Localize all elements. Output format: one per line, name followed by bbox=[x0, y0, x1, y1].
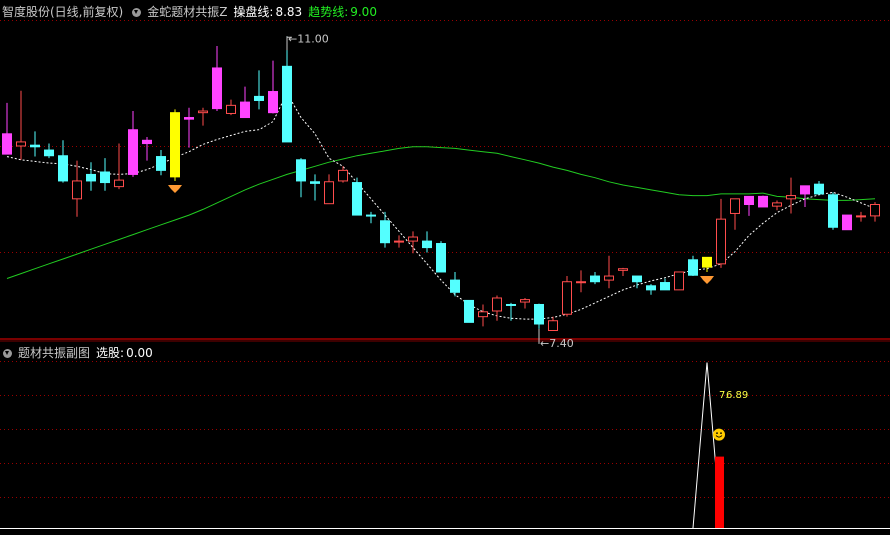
candle-body-27 bbox=[380, 220, 390, 244]
candle-body-9 bbox=[128, 129, 138, 175]
candle-body-38 bbox=[534, 303, 544, 325]
candle-body-3 bbox=[44, 149, 54, 157]
candle-body-1 bbox=[16, 141, 26, 147]
candle-body-7 bbox=[100, 171, 110, 184]
candle-body-31 bbox=[436, 243, 446, 273]
candle-body-55 bbox=[772, 202, 782, 207]
caopan-value: 8.83 bbox=[275, 5, 303, 19]
candle-body-37 bbox=[520, 299, 530, 303]
caopan-label: 操盘线: bbox=[233, 5, 274, 19]
candle-body-0 bbox=[2, 133, 12, 155]
main-chart-header: 智度股份(日线,前复权) 金蛇题材共振Z 操盘线: 8.83 趋势线: 9.00 bbox=[0, 3, 383, 21]
candle-body-20 bbox=[282, 65, 292, 143]
low-label: ←7.40 bbox=[540, 337, 574, 350]
trend-value: 9.00 bbox=[350, 5, 377, 19]
buy-signal-diamond-50 bbox=[700, 275, 714, 284]
signal-bar bbox=[715, 456, 724, 528]
candle-body-51 bbox=[716, 218, 726, 265]
candle-body-46 bbox=[646, 285, 656, 291]
candle-body-49 bbox=[688, 259, 698, 276]
candle-body-42 bbox=[590, 275, 600, 283]
candle-body-34 bbox=[478, 311, 488, 318]
buy-signal-diamond-12 bbox=[168, 184, 182, 193]
candle-body-47 bbox=[660, 282, 670, 291]
candle-body-60 bbox=[842, 214, 852, 231]
candle-body-23 bbox=[324, 181, 334, 205]
indicator-name[interactable]: 金蛇题材共振Z bbox=[147, 3, 227, 21]
candle-body-29 bbox=[408, 236, 418, 242]
candle-body-25 bbox=[352, 182, 362, 216]
candle-body-4 bbox=[58, 155, 68, 182]
sub-chart-header: 题材共振副图 选股: 0.00 bbox=[0, 344, 159, 362]
candle-body-50 bbox=[702, 256, 712, 268]
candle-body-28 bbox=[394, 240, 404, 243]
candle-body-58 bbox=[814, 183, 824, 195]
candle-body-43 bbox=[604, 275, 614, 281]
candle-body-19 bbox=[268, 91, 278, 114]
candle-body-35 bbox=[492, 297, 502, 312]
xuangu-label: 选股: bbox=[96, 346, 125, 360]
candle-body-5 bbox=[72, 180, 82, 200]
candle-body-56 bbox=[786, 195, 796, 200]
candle-body-32 bbox=[450, 279, 460, 293]
high-label: ←11.00 bbox=[288, 32, 329, 45]
candle-body-41 bbox=[576, 281, 586, 284]
smiley-eye-left bbox=[716, 432, 718, 434]
candle-body-36 bbox=[506, 303, 516, 306]
candle-body-24 bbox=[338, 169, 348, 182]
candle-body-59 bbox=[828, 194, 838, 228]
candle-body-61 bbox=[856, 215, 866, 218]
candle-body-6 bbox=[86, 173, 96, 182]
smiley-icon bbox=[713, 428, 725, 441]
caopan-line bbox=[6, 92, 876, 320]
stock-name: 智度股份(日线,前复权) bbox=[2, 5, 124, 19]
sub-indicator-dropdown-icon[interactable] bbox=[3, 348, 12, 358]
candle-body-16 bbox=[226, 104, 236, 114]
candle-body-15 bbox=[212, 67, 222, 110]
sub-value-b: 6.89 bbox=[726, 390, 748, 401]
candle-body-22 bbox=[310, 181, 320, 184]
candle-body-30 bbox=[422, 240, 432, 249]
trend-label: 趋势线: bbox=[308, 5, 349, 19]
candle-body-40 bbox=[562, 281, 572, 315]
candle-body-52 bbox=[730, 198, 740, 214]
stock-chart-canvas[interactable]: ←11.00←7.407.6.89 bbox=[0, 0, 890, 535]
smiley-eye-right bbox=[720, 432, 722, 434]
candle-body-18 bbox=[254, 95, 264, 101]
candle-body-12 bbox=[170, 112, 180, 178]
candle-body-10 bbox=[142, 139, 152, 145]
candle-body-44 bbox=[618, 268, 628, 271]
candle-body-62 bbox=[870, 204, 880, 217]
candle-body-57 bbox=[800, 185, 810, 195]
candle-body-21 bbox=[296, 159, 306, 182]
candle-body-8 bbox=[114, 179, 124, 188]
sub-indicator-name[interactable]: 题材共振副图 bbox=[18, 344, 90, 362]
candle-body-2 bbox=[30, 144, 40, 148]
candle-body-17 bbox=[240, 101, 250, 119]
candle-body-11 bbox=[156, 156, 166, 171]
candle-body-14 bbox=[198, 110, 208, 114]
candle-body-26 bbox=[366, 214, 376, 217]
xuangu-value: 0.00 bbox=[126, 346, 153, 360]
candle-body-39 bbox=[548, 320, 558, 331]
indicator-dropdown-icon[interactable] bbox=[132, 7, 142, 17]
candle-body-54 bbox=[758, 195, 768, 208]
candle-body-45 bbox=[632, 275, 642, 283]
candle-body-33 bbox=[464, 299, 474, 323]
candle-body-13 bbox=[184, 117, 194, 120]
candle-body-48 bbox=[674, 271, 684, 291]
candle-body-53 bbox=[744, 195, 754, 206]
